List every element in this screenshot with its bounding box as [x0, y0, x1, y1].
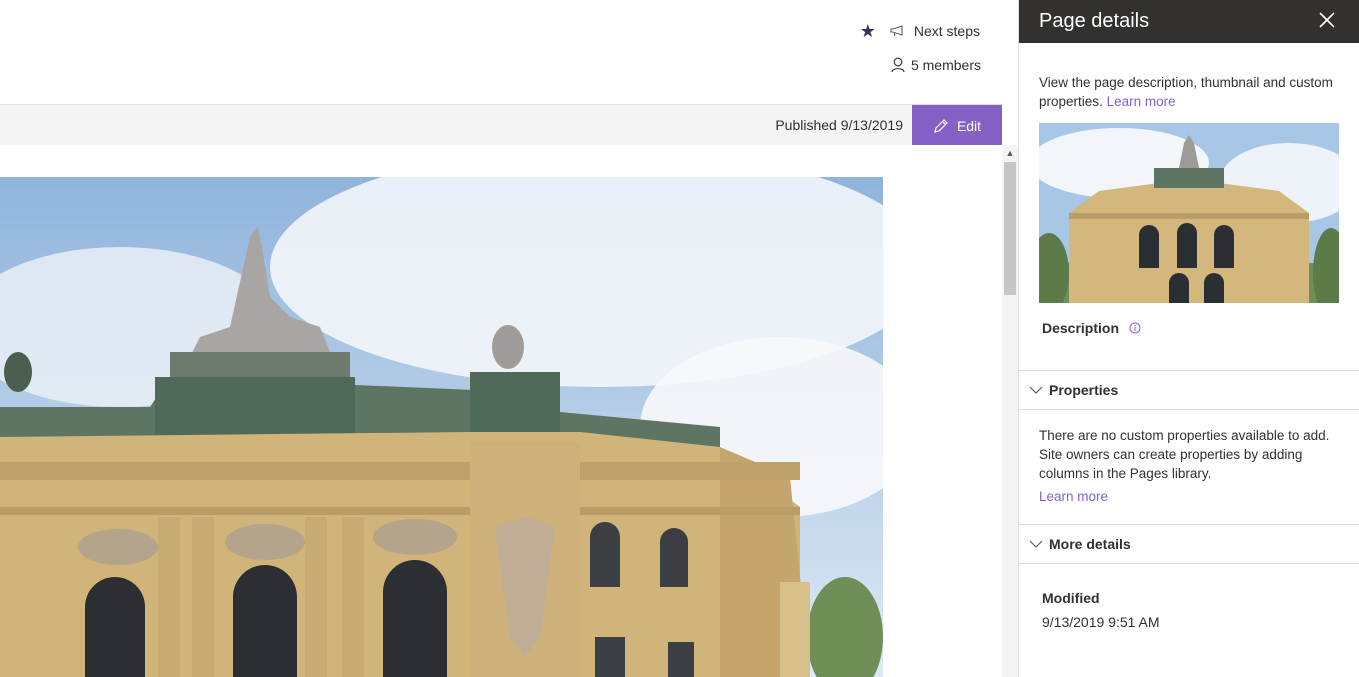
more-details-section-header[interactable]: More details	[1019, 524, 1359, 564]
panel-title: Page details	[1039, 10, 1150, 32]
page-root: ★ Next steps 5 members Published 9/13/20…	[0, 0, 1359, 677]
main-area: ★ Next steps 5 members Published 9/13/20…	[0, 0, 1018, 677]
hero-image	[0, 177, 883, 677]
next-steps-label: Next steps	[913, 23, 980, 39]
pencil-icon	[934, 118, 948, 133]
page-thumbnail[interactable]	[1039, 123, 1339, 303]
page-details-panel: Page details View the page description, …	[1018, 0, 1359, 677]
favorite-star-icon[interactable]: ★	[860, 20, 876, 42]
properties-link-row: Learn more	[1019, 483, 1359, 504]
panel-header: Page details	[1019, 0, 1359, 43]
edit-button[interactable]: Edit	[912, 105, 1002, 146]
megaphone-icon	[890, 25, 903, 37]
panel-intro: View the page description, thumbnail and…	[1019, 43, 1359, 111]
command-bar: Published 9/13/2019 Edit	[0, 104, 1002, 146]
members-button[interactable]: 5 members	[891, 57, 981, 73]
close-icon[interactable]	[1317, 10, 1337, 30]
info-icon[interactable]	[1129, 322, 1141, 334]
modified-label: Modified	[1042, 590, 1100, 606]
more-details-header-label: More details	[1049, 536, 1131, 552]
intro-text: View the page description, thumbnail and…	[1039, 75, 1333, 109]
page-canvas	[0, 145, 1002, 677]
members-label: 5 members	[910, 57, 981, 73]
chevron-down-icon	[1029, 386, 1043, 394]
chevron-down-icon	[1029, 540, 1043, 548]
next-steps-button[interactable]: Next steps	[890, 23, 980, 39]
properties-learn-more-link[interactable]: Learn more	[1039, 489, 1108, 504]
header-actions: ★ Next steps	[860, 20, 980, 42]
properties-text: There are no custom properties available…	[1039, 428, 1330, 481]
description-label: Description	[1042, 320, 1120, 336]
intro-learn-more-link[interactable]: Learn more	[1107, 94, 1176, 109]
properties-header-label: Properties	[1049, 382, 1119, 398]
edit-label: Edit	[956, 117, 982, 134]
modified-value: 9/13/2019 9:51 AM	[1042, 614, 1160, 630]
description-row: Description	[1042, 320, 1359, 336]
scrollbar-thumb[interactable]	[1004, 162, 1016, 295]
person-icon	[891, 57, 905, 73]
published-status: Published 9/13/2019	[775, 117, 903, 133]
properties-section-header[interactable]: Properties	[1019, 370, 1359, 410]
scroll-up-arrow-icon[interactable]: ▲	[1003, 148, 1017, 160]
